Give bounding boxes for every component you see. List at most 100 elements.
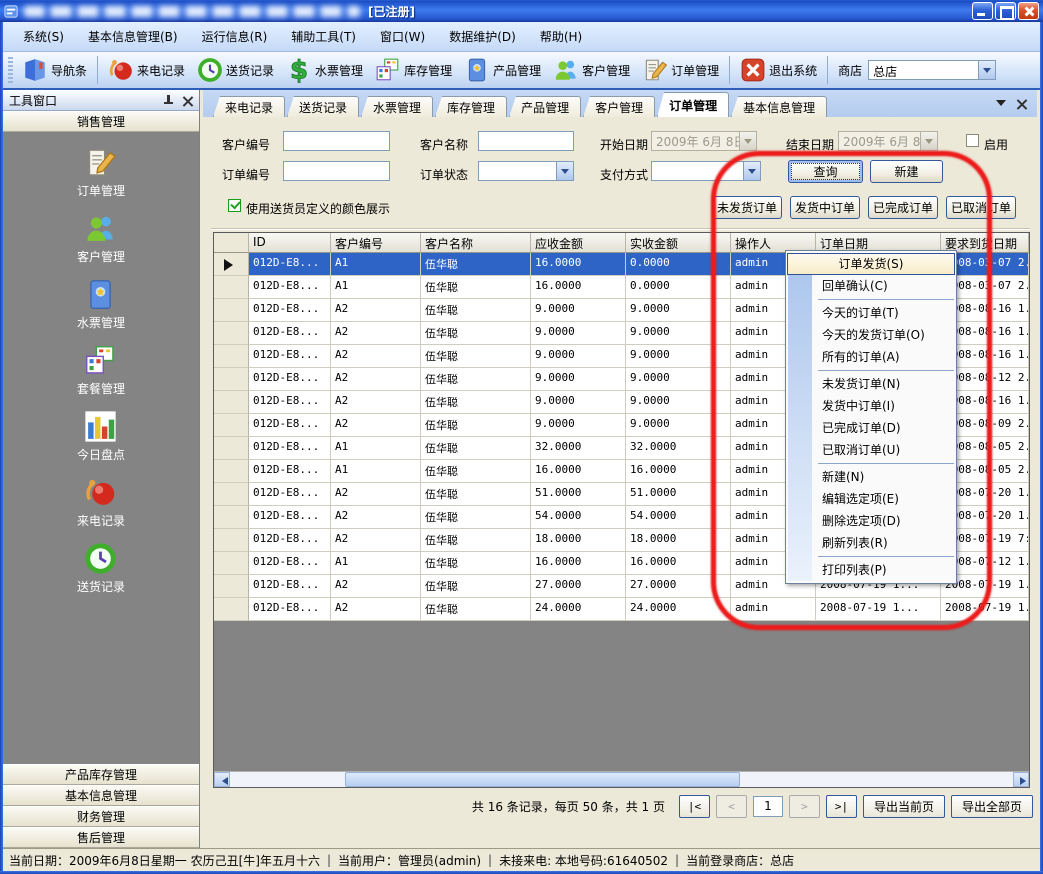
tab-customer[interactable]: 客户管理 [583, 96, 655, 117]
start-date-picker[interactable]: 2009年 6月 8日 [651, 131, 757, 151]
new-button[interactable]: 新建 [870, 160, 943, 183]
filter-shipping-button[interactable]: 发货中订单 [790, 196, 860, 219]
toolbar-grip[interactable] [8, 57, 13, 83]
close-button[interactable] [1018, 2, 1039, 20]
sidebar-item-water-ticket-mgmt[interactable]: 水票管理 [77, 278, 125, 331]
ctx-shipping-orders[interactable]: 发货中订单(I) [786, 395, 956, 417]
column-header-received[interactable]: 实收金额 [626, 233, 731, 253]
row-selector-cell[interactable] [214, 276, 249, 299]
ctx-refresh-list[interactable]: 刷新列表(R) [786, 532, 956, 554]
tab-list-dropdown-icon[interactable] [996, 100, 1006, 111]
chevron-down-icon[interactable] [739, 132, 756, 150]
menu-aux-tools[interactable]: 辅助工具(T) [279, 24, 368, 49]
column-header-id[interactable]: ID [249, 233, 331, 253]
sidebar-item-call-log[interactable]: 来电记录 [77, 476, 125, 529]
horizontal-scrollbar[interactable] [214, 771, 1029, 787]
toolbar-call-log-button[interactable]: 来电记录 [102, 54, 191, 86]
row-selector-cell[interactable] [214, 552, 249, 575]
customer-name-input[interactable] [478, 131, 574, 151]
toolbar-navbar-button[interactable]: 导航条 [16, 54, 93, 86]
row-selector-cell[interactable] [214, 529, 249, 552]
menu-help[interactable]: 帮助(H) [528, 24, 594, 49]
sidebar-group-basic-info[interactable]: 基本信息管理 [3, 785, 199, 806]
enable-checkbox[interactable] [966, 134, 979, 147]
toolbar-inventory-button[interactable]: 库存管理 [369, 54, 458, 86]
toolbar-order-button[interactable]: 订单管理 [636, 54, 725, 86]
chevron-down-icon[interactable] [978, 61, 995, 79]
last-page-button[interactable]: >| [826, 795, 857, 818]
row-selector-cell[interactable] [214, 437, 249, 460]
toolbar-delivery-log-button[interactable]: 送货记录 [191, 54, 280, 86]
order-no-input[interactable] [283, 161, 390, 181]
menu-window[interactable]: 窗口(W) [368, 24, 437, 49]
tab-delivery-log[interactable]: 送货记录 [287, 96, 359, 117]
customer-no-input[interactable] [283, 131, 390, 151]
next-page-button[interactable]: > [789, 795, 820, 818]
page-number-box[interactable]: 1 [753, 796, 783, 817]
order-status-combobox[interactable] [478, 161, 574, 181]
chevron-down-icon[interactable] [556, 162, 573, 180]
ctx-new[interactable]: 新建(N) [786, 466, 956, 488]
tab-product[interactable]: 产品管理 [509, 96, 581, 117]
first-page-button[interactable]: |< [679, 795, 710, 818]
sidebar-group-after-sales[interactable]: 售后管理 [3, 827, 199, 848]
tab-water-ticket[interactable]: 水票管理 [361, 96, 433, 117]
row-selector-cell[interactable] [214, 368, 249, 391]
query-button[interactable]: 查询 [788, 160, 863, 183]
column-header-customer-name[interactable]: 客户名称 [421, 233, 531, 253]
row-selector-cell[interactable] [214, 598, 249, 621]
prev-page-button[interactable]: < [716, 795, 747, 818]
sidebar-item-order-mgmt[interactable]: 订单管理 [77, 146, 125, 199]
sidebar-item-customer-mgmt[interactable]: 客户管理 [77, 212, 125, 265]
ctx-cancelled-orders[interactable]: 已取消订单(U) [786, 439, 956, 461]
row-selector-cell[interactable] [214, 391, 249, 414]
ctx-completed-orders[interactable]: 已完成订单(D) [786, 417, 956, 439]
ctx-ship-order[interactable]: 订单发货(S) [787, 253, 955, 275]
sidebar-group-finance[interactable]: 财务管理 [3, 806, 199, 827]
maximize-button[interactable] [995, 2, 1016, 20]
ctx-confirm-receipt[interactable]: 回单确认(C) [786, 275, 956, 297]
row-selector-cell[interactable] [214, 483, 249, 506]
delivery-color-checkbox[interactable] [228, 199, 241, 212]
toolbar-product-button[interactable]: 产品管理 [458, 54, 547, 86]
close-tool-window-icon[interactable] [182, 95, 193, 106]
ctx-edit-selected[interactable]: 编辑选定项(E) [786, 488, 956, 510]
row-selector-cell[interactable] [214, 299, 249, 322]
ctx-all-orders[interactable]: 所有的订单(A) [786, 346, 956, 368]
ctx-todays-shipped-orders[interactable]: 今天的发货订单(O) [786, 324, 956, 346]
scrollbar-thumb[interactable] [345, 772, 740, 787]
menu-basic-info[interactable]: 基本信息管理(B) [76, 24, 190, 49]
ctx-print-list[interactable]: 打印列表(P) [786, 559, 956, 581]
toolbar-customer-button[interactable]: 客户管理 [547, 54, 636, 86]
tab-call-log[interactable]: 来电记录 [213, 96, 285, 117]
scrollbar-track[interactable] [230, 772, 1013, 787]
toolbar-exit-button[interactable]: 退出系统 [734, 54, 823, 86]
menu-data-maintenance[interactable]: 数据维护(D) [437, 24, 528, 49]
menu-run-info[interactable]: 运行信息(R) [190, 24, 280, 49]
pin-icon[interactable] [163, 95, 174, 106]
minimize-button[interactable] [972, 2, 993, 20]
row-selector-cell[interactable] [214, 575, 249, 598]
end-date-picker[interactable]: 2009年 6月 8日 [838, 131, 938, 151]
column-header-customer-no[interactable]: 客户编号 [331, 233, 421, 253]
export-all-pages-button[interactable]: 导出全部页 [951, 795, 1033, 818]
chevron-down-icon[interactable] [920, 132, 937, 150]
column-header-receivable[interactable]: 应收金额 [531, 233, 626, 253]
scroll-right-arrow-icon[interactable] [1013, 772, 1029, 787]
row-selector-cell[interactable] [214, 506, 249, 529]
sidebar-item-delivery-log[interactable]: 送货记录 [77, 542, 125, 595]
sidebar-splitter[interactable] [200, 90, 203, 848]
toolbar-water-ticket-button[interactable]: $ 水票管理 [280, 54, 369, 86]
tab-basic-info[interactable]: 基本信息管理 [731, 96, 827, 117]
table-row[interactable]: 012D-E8...A2伍华聪24.000024.0000admin2008-0… [214, 598, 1029, 621]
ctx-delete-selected[interactable]: 删除选定项(D) [786, 510, 956, 532]
row-selector-cell[interactable] [214, 414, 249, 437]
sidebar-item-today-inventory[interactable]: 今日盘点 [77, 410, 125, 463]
scroll-left-arrow-icon[interactable] [214, 772, 230, 787]
shop-combobox[interactable]: 总店 [868, 60, 996, 80]
sidebar-group-sales[interactable]: 销售管理 [3, 111, 199, 132]
tab-inventory[interactable]: 库存管理 [435, 96, 507, 117]
row-selector-cell[interactable] [214, 253, 249, 276]
selector-column-header[interactable] [214, 233, 249, 253]
pay-method-combobox[interactable] [651, 161, 761, 181]
